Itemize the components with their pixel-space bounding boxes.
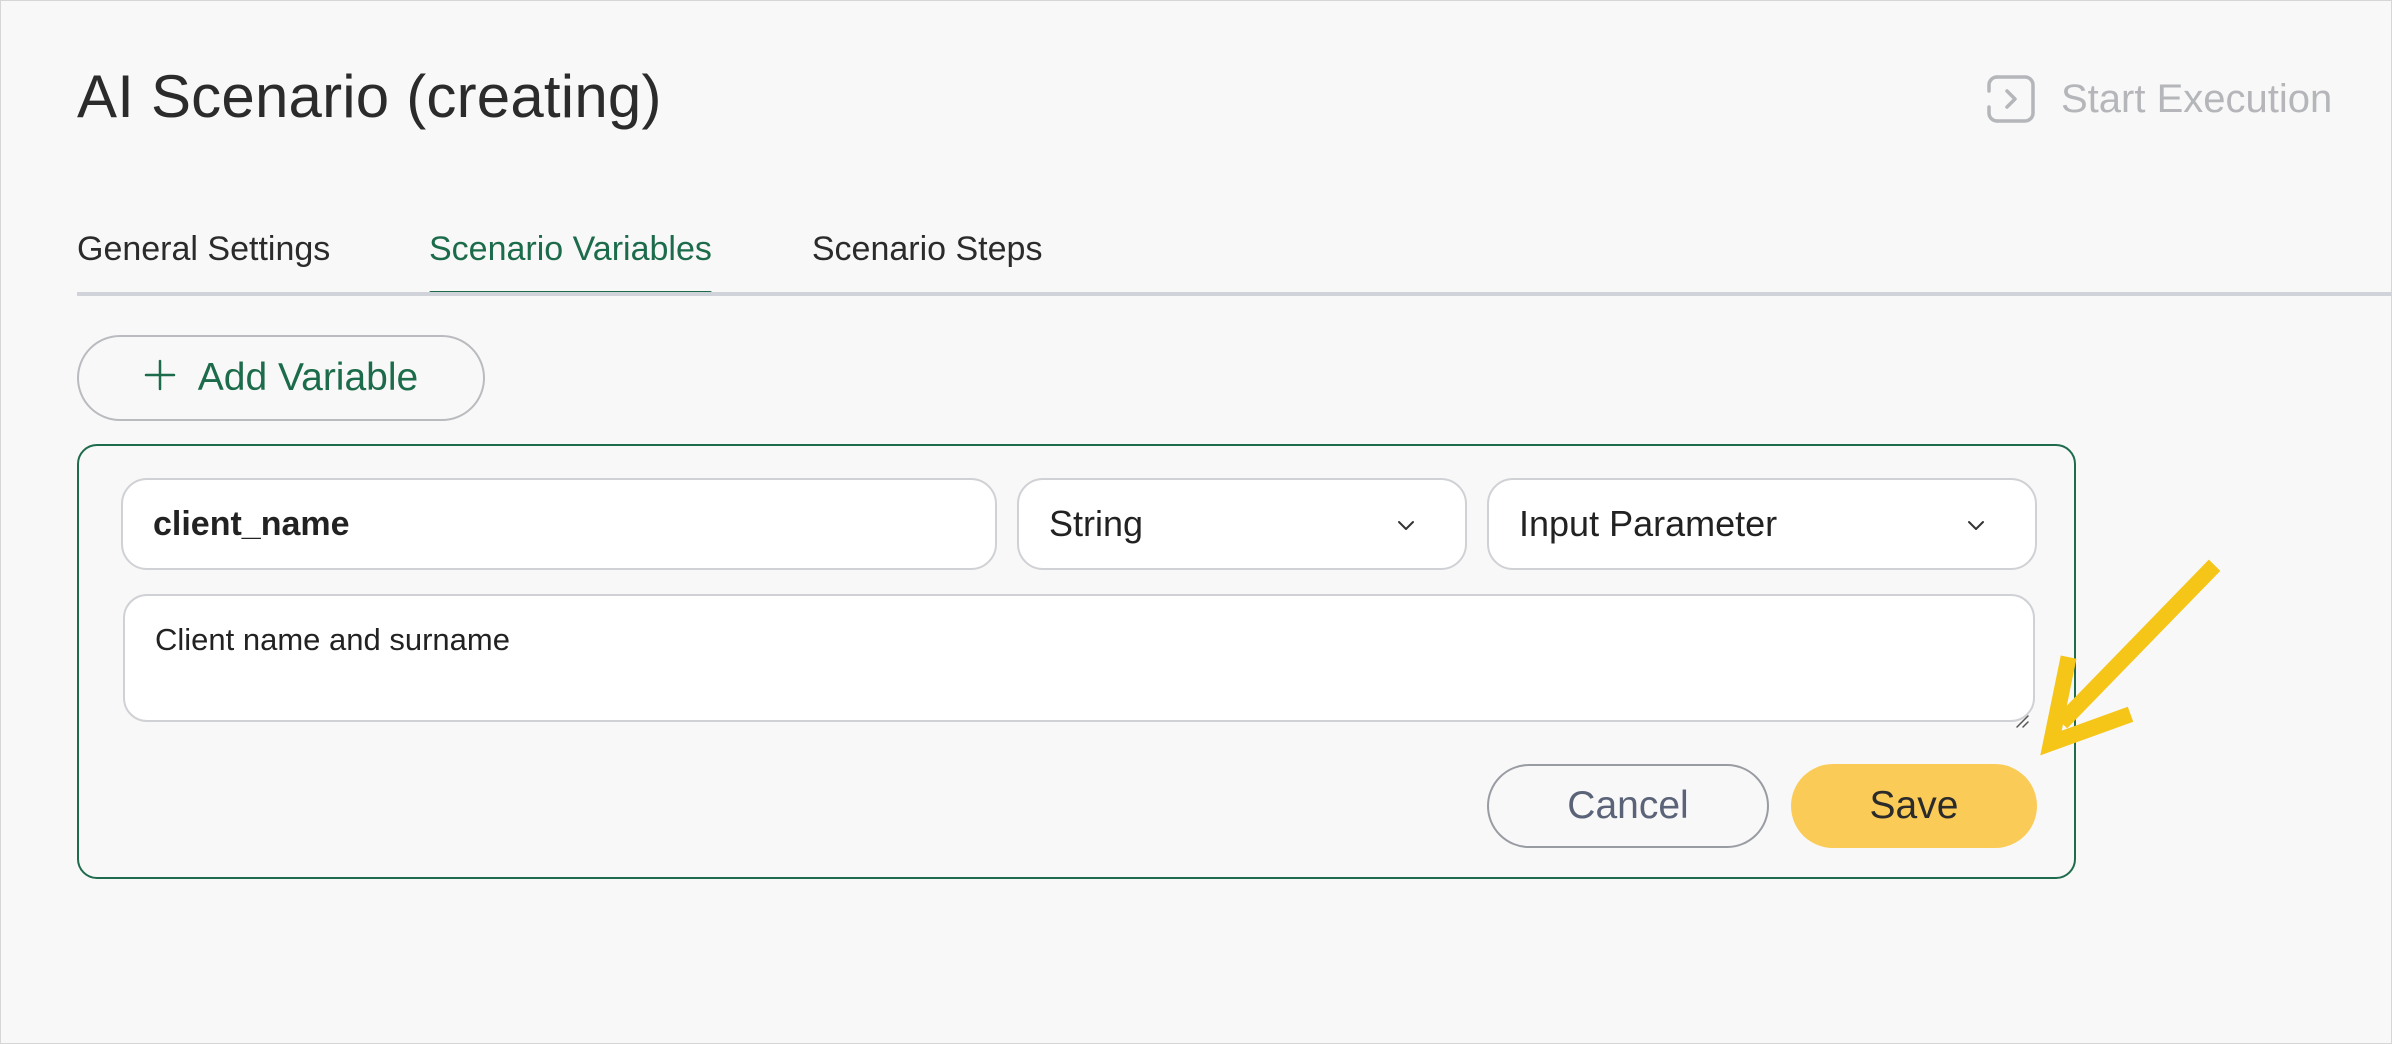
page-title: AI Scenario (creating) bbox=[77, 63, 662, 130]
chevron-down-icon bbox=[1967, 516, 1985, 534]
start-execution-label: Start Execution bbox=[2061, 76, 2333, 121]
variable-name-value: client_name bbox=[153, 504, 350, 543]
variable-type-select[interactable]: String bbox=[1017, 478, 1467, 570]
tab-bar: General Settings Scenario Variables Scen… bbox=[77, 223, 1043, 296]
variable-description-value: Client name and surname bbox=[155, 622, 510, 657]
add-variable-label: Add Variable bbox=[197, 356, 419, 399]
add-variable-button[interactable]: Add Variable bbox=[77, 335, 485, 421]
variable-description-textarea[interactable]: Client name and surname bbox=[123, 594, 2035, 728]
play-frame-icon bbox=[1985, 73, 2037, 125]
resize-handle-icon[interactable] bbox=[2013, 700, 2029, 728]
variable-type-value: String bbox=[1049, 503, 1144, 544]
tab-divider bbox=[77, 292, 2392, 296]
tab-scenario-steps[interactable]: Scenario Steps bbox=[812, 223, 1043, 295]
chevron-down-icon bbox=[1397, 516, 1415, 534]
save-button[interactable]: Save bbox=[1791, 764, 2037, 848]
start-execution-button[interactable]: Start Execution bbox=[1985, 69, 2332, 129]
variable-role-select[interactable]: Input Parameter bbox=[1487, 478, 2037, 570]
plus-icon bbox=[144, 352, 176, 400]
app-window: AI Scenario (creating) Start Execution G… bbox=[0, 0, 2392, 1044]
variable-editor-card: client_name String Input Parameter Clien… bbox=[77, 444, 2076, 879]
variable-name-input[interactable]: client_name bbox=[121, 478, 997, 570]
cancel-button[interactable]: Cancel bbox=[1487, 764, 1769, 848]
tab-general-settings[interactable]: General Settings bbox=[77, 223, 330, 295]
variable-role-value: Input Parameter bbox=[1519, 503, 1778, 544]
tab-scenario-variables[interactable]: Scenario Variables bbox=[429, 223, 712, 296]
